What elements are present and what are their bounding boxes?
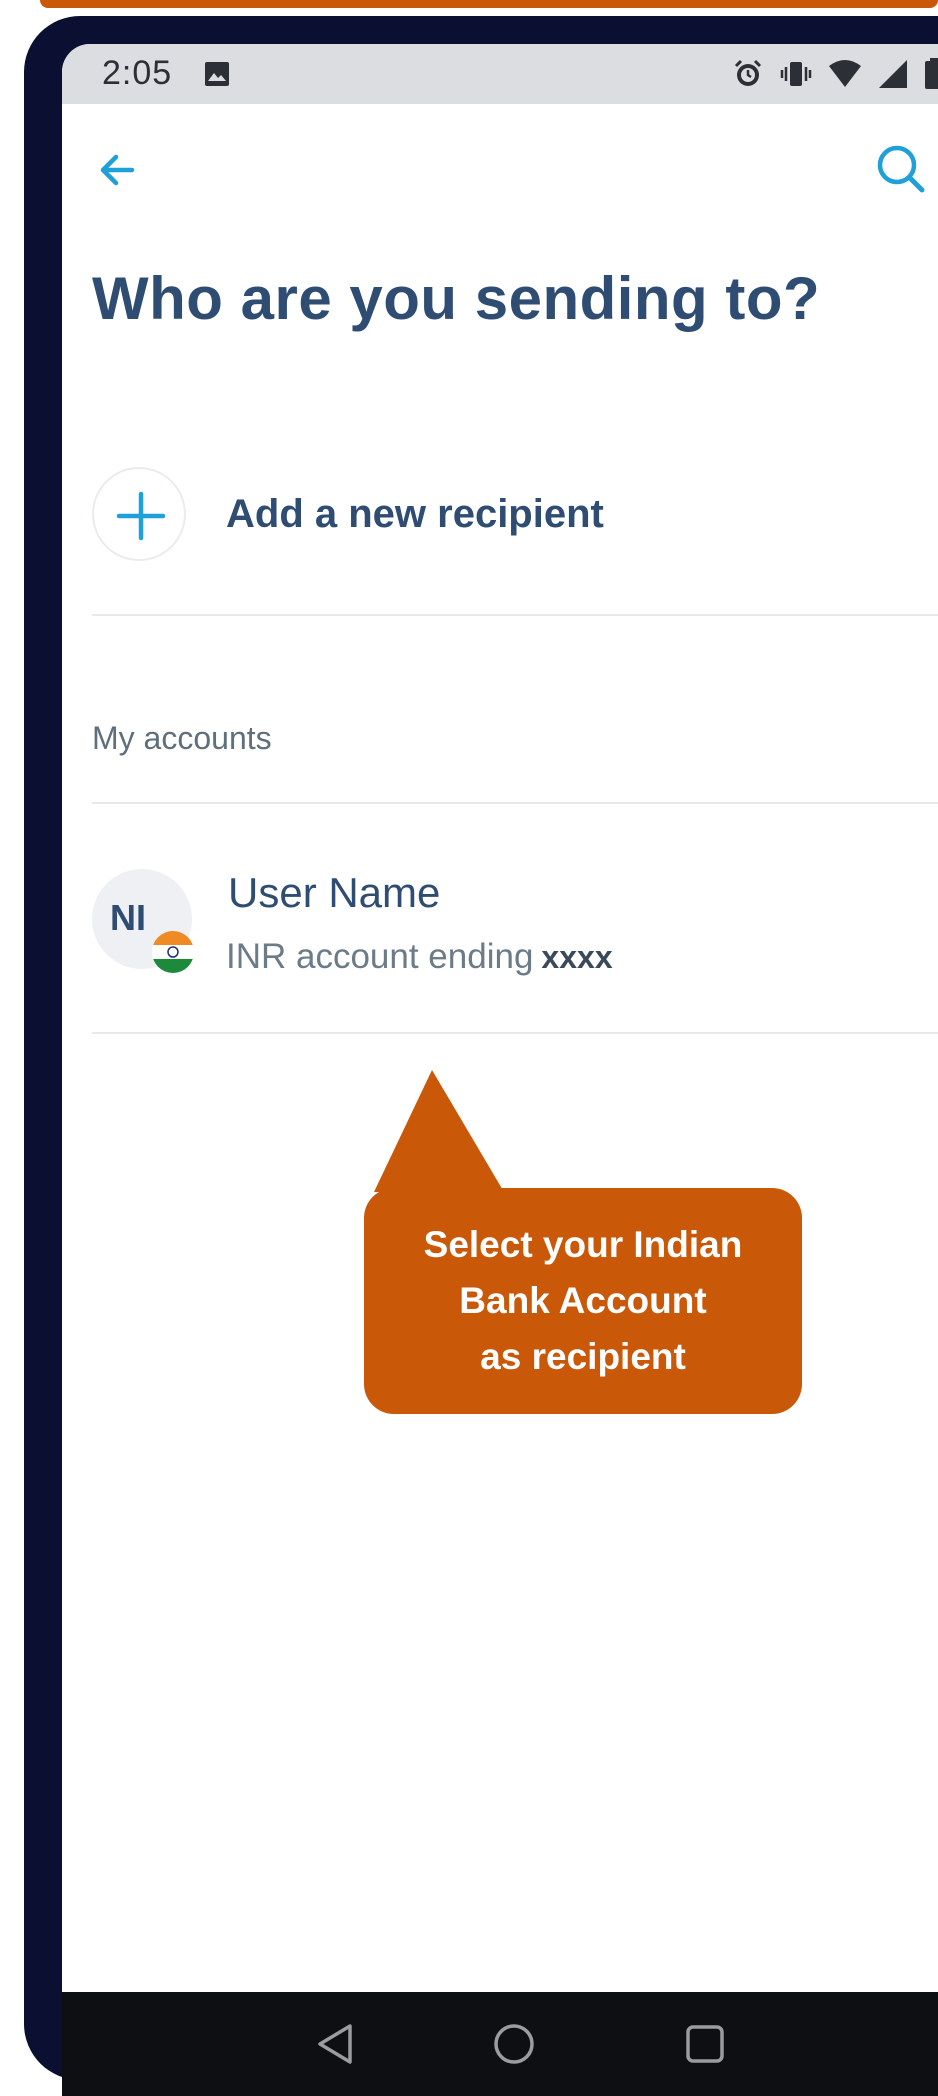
india-flag-icon [152,931,194,973]
back-triangle-icon[interactable] [312,2020,356,2073]
account-list-item[interactable]: NI User Name INR account ending xxxx [92,849,938,999]
app-bar [62,104,938,234]
battery-icon [924,58,938,95]
section-heading-my-accounts: My accounts [92,720,272,756]
account-description: INR account ending xxxx [226,937,613,977]
account-holder-name: User Name [228,869,441,916]
phone-frame: 2:05 Who are you sending to? Add a new r… [24,16,938,2096]
recents-square-icon[interactable] [682,2020,728,2073]
avatar: NI [92,869,194,973]
callout-pointer [374,1070,504,1192]
search-icon[interactable] [870,138,932,200]
system-nav-bar [62,1992,938,2096]
wifi-icon [828,59,862,94]
divider [92,802,938,804]
callout-line: Bank Account [459,1280,707,1321]
avatar-initials: NI [110,897,146,938]
add-new-recipient-button[interactable]: Add a new recipient [92,464,938,564]
signal-icon [878,59,908,94]
callout-line: as recipient [480,1336,686,1377]
status-time: 2:05 [102,54,173,92]
add-new-recipient-label: Add a new recipient [226,492,604,536]
divider [92,1032,938,1034]
image-icon [204,61,230,92]
alarm-icon [732,58,764,95]
plus-icon [92,467,186,561]
account-subtitle: INR account ending [226,937,534,976]
instruction-callout: Select your Indian Bank Account as recip… [364,1070,802,1414]
divider [92,614,938,616]
app-screen: 2:05 Who are you sending to? Add a new r… [62,44,938,2096]
top-accent-strip [0,0,938,12]
vibrate-icon [780,59,812,94]
account-number-suffix: xxxx [541,939,613,975]
arrow-left-icon[interactable] [92,140,152,200]
callout-line: Select your Indian [423,1224,743,1265]
home-circle-icon[interactable] [490,2020,538,2073]
status-bar: 2:05 [62,44,938,104]
callout-box: Select your Indian Bank Account as recip… [364,1188,802,1414]
page-title: Who are you sending to? [92,265,821,332]
